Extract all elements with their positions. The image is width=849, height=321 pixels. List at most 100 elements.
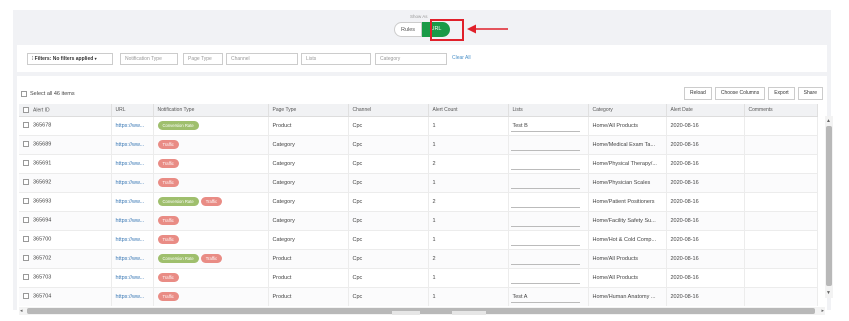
cell-channel: Cpc	[348, 211, 429, 231]
cell-comments[interactable]	[744, 211, 818, 231]
table-row[interactable]: 365692 https://ww... Traffic Category Cpc 1 Ho…	[19, 173, 818, 193]
cell-url-link[interactable]: https://ww...	[111, 192, 154, 212]
cell-comments[interactable]	[744, 135, 818, 155]
scroll-down-icon[interactable]: ▼	[826, 290, 831, 296]
view-toggle-area: Show As Rules URL	[13, 10, 831, 44]
cell-lists[interactable]	[508, 249, 589, 269]
page-frame: Show As Rules URL ⫶ Filters: No filters …	[13, 10, 833, 320]
vertical-scroll-thumb[interactable]	[826, 126, 832, 286]
cell-alert-count: 2	[428, 249, 509, 269]
lists-filter[interactable]: Lists	[301, 53, 371, 65]
row-checkbox[interactable]	[23, 236, 29, 243]
cell-url-link[interactable]: https://ww...	[111, 230, 154, 250]
column-header-alert-date[interactable]: Alert Date	[666, 104, 745, 117]
row-checkbox[interactable]	[23, 293, 29, 300]
export-button[interactable]: Export	[768, 87, 795, 100]
channel-filter[interactable]: Channel	[226, 53, 298, 65]
table-row[interactable]: 365703 https://ww... Traffic Product Cpc 1 Hom…	[19, 268, 818, 288]
column-header-channel[interactable]: Channel	[348, 104, 429, 117]
cell-url-link[interactable]: https://ww...	[111, 173, 154, 193]
row-checkbox[interactable]	[23, 198, 29, 205]
row-checkbox[interactable]	[23, 122, 29, 129]
table-row[interactable]: 365694 https://ww... Traffic Category Cpc 1 Ho…	[19, 211, 818, 231]
column-header-alert-id[interactable]: Alert ID	[19, 104, 112, 117]
cell-url-link[interactable]: https://ww...	[111, 211, 154, 231]
row-checkbox[interactable]	[23, 217, 29, 224]
cell-lists[interactable]	[508, 268, 589, 288]
cell-comments[interactable]	[744, 116, 818, 136]
column-header-comments[interactable]: Comments	[744, 104, 818, 117]
header-checkbox[interactable]	[23, 106, 29, 113]
row-checkbox[interactable]	[23, 160, 29, 167]
category-filter[interactable]: Category	[375, 53, 447, 65]
cell-lists[interactable]	[508, 173, 589, 193]
cell-alert-date: 2020-08-16	[666, 192, 745, 212]
cell-url-link[interactable]: https://ww...	[111, 135, 154, 155]
cell-lists[interactable]	[508, 211, 589, 231]
rules-toggle-button[interactable]: Rules	[394, 22, 422, 37]
row-checkbox[interactable]	[23, 255, 29, 262]
cell-lists[interactable]	[508, 154, 589, 174]
table-row[interactable]: 365689 https://ww... Traffic Category Cpc 1 Ho…	[19, 135, 818, 155]
cell-alert-id: 365702	[19, 249, 112, 269]
cell-comments[interactable]	[744, 268, 818, 288]
traffic-badge: Traffic	[157, 216, 179, 225]
lists-input-underline	[510, 206, 580, 208]
table-row[interactable]: 365693 https://ww... Conversion Rate Traffi…	[19, 192, 818, 212]
cell-comments[interactable]	[744, 154, 818, 174]
column-header-lists[interactable]: Lists	[508, 104, 589, 117]
cell-comments[interactable]	[744, 249, 818, 269]
clear-all-link[interactable]: Clear All	[452, 55, 471, 61]
notification-type-filter[interactable]: Notification Type	[120, 53, 178, 65]
row-checkbox[interactable]	[23, 141, 29, 148]
scroll-up-icon[interactable]: ▲	[826, 118, 831, 124]
page-type-filter[interactable]: Page Type	[183, 53, 223, 65]
cell-lists[interactable]	[508, 192, 589, 212]
row-checkbox[interactable]	[23, 179, 29, 186]
cell-comments[interactable]	[744, 287, 818, 306]
cell-url-link[interactable]: https://ww...	[111, 287, 154, 306]
column-header-page-type[interactable]: Page Type	[268, 104, 349, 117]
row-checkbox[interactable]	[23, 274, 29, 281]
cell-notification-type: Traffic	[153, 230, 269, 250]
cell-page-type: Category	[268, 135, 349, 155]
cell-channel: Cpc	[348, 287, 429, 306]
cell-lists[interactable]	[508, 135, 589, 155]
table-row[interactable]: 365702 https://ww... Conversion Rate Traffi…	[19, 249, 818, 269]
traffic-badge: Traffic	[157, 159, 179, 168]
cell-notification-type: Traffic	[153, 154, 269, 174]
cell-comments[interactable]	[744, 230, 818, 250]
column-header-url[interactable]: URL	[111, 104, 154, 117]
cell-lists[interactable]	[508, 230, 589, 250]
column-header-notification-type[interactable]: Notification Type	[153, 104, 269, 117]
select-all[interactable]: Select all 46 items	[21, 91, 75, 97]
table-row[interactable]: 365704 https://ww... Traffic Product Cpc 1 Tes…	[19, 287, 818, 306]
cell-category: Home/Human Anatomy ...	[588, 287, 667, 306]
cell-lists[interactable]: Test B	[508, 116, 589, 136]
cell-channel: Cpc	[348, 173, 429, 193]
cell-channel: Cpc	[348, 135, 429, 155]
cell-url-link[interactable]: https://ww...	[111, 116, 154, 136]
table-row[interactable]: 365691 https://ww... Traffic Category Cpc 2 Ho…	[19, 154, 818, 174]
share-button[interactable]: Share	[797, 87, 823, 100]
column-header-category[interactable]: Category	[588, 104, 667, 117]
table-row[interactable]: 365678 https://ww... Conversion Rate Produc…	[19, 116, 818, 136]
select-all-checkbox[interactable]	[21, 91, 27, 97]
cell-alert-id: 365693	[19, 192, 112, 212]
cell-lists[interactable]: Test A	[508, 287, 589, 306]
reload-button[interactable]: Reload	[683, 87, 712, 100]
traffic-badge: Traffic	[157, 140, 179, 149]
column-header-alert-count[interactable]: Alert Count	[428, 104, 509, 117]
cell-url-link[interactable]: https://ww...	[111, 268, 154, 288]
cell-notification-type: Conversion Rate Traffic	[153, 192, 269, 212]
cell-url-link[interactable]: https://ww...	[111, 249, 154, 269]
cell-comments[interactable]	[744, 192, 818, 212]
cell-category: Home/Physical Therapy/...	[588, 154, 667, 174]
choose-columns-button[interactable]: Choose Columns	[714, 87, 766, 100]
filters-dropdown[interactable]: ⫶ Filters: No filters applied ▾	[27, 53, 113, 65]
pointer-arrow-icon	[467, 24, 508, 34]
vertical-scrollbar[interactable]: ▲ ▼	[825, 116, 833, 298]
cell-comments[interactable]	[744, 173, 818, 193]
cell-url-link[interactable]: https://ww...	[111, 154, 154, 174]
table-row[interactable]: 365700 https://ww... Traffic Category Cpc 1 Ho…	[19, 230, 818, 250]
